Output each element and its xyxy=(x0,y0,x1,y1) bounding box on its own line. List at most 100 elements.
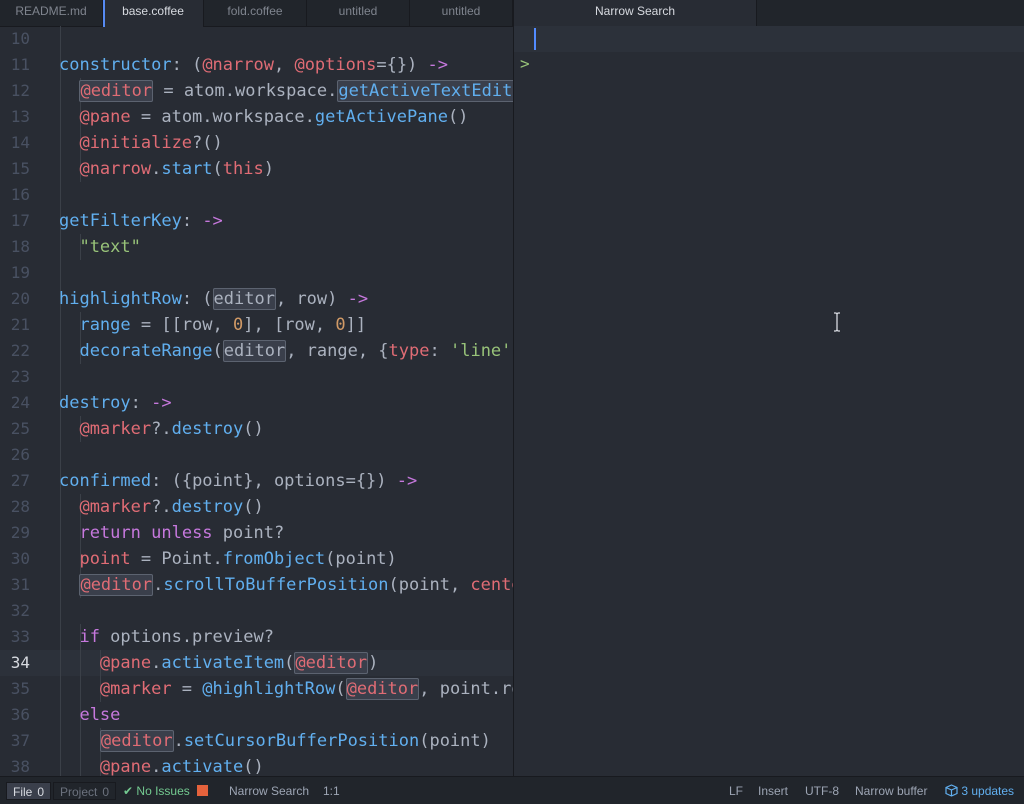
line-number[interactable]: 30 xyxy=(0,546,30,572)
code-line[interactable]: 12 @editor = atom.workspace.getActiveText… xyxy=(0,78,513,104)
tab-untitled-2[interactable]: untitled xyxy=(410,0,513,26)
code-line[interactable]: 29 return unless point? xyxy=(0,520,513,546)
code-token: getActiveTextEditor xyxy=(337,80,513,102)
code-line[interactable]: 10 xyxy=(0,26,513,52)
code-line[interactable]: 16 xyxy=(0,182,513,208)
code-token: @editor xyxy=(79,80,154,102)
line-number[interactable]: 37 xyxy=(0,728,30,754)
line-number[interactable]: 12 xyxy=(0,78,30,104)
indent-guide xyxy=(60,494,61,520)
line-number[interactable]: 24 xyxy=(0,390,30,416)
code-line[interactable]: 38 @pane.activate() xyxy=(0,754,513,776)
code-line[interactable]: 37 @editor.setCursorBufferPosition(point) xyxy=(0,728,513,754)
line-number[interactable]: 22 xyxy=(0,338,30,364)
line-number[interactable]: 11 xyxy=(0,52,30,78)
line-number[interactable]: 13 xyxy=(0,104,30,130)
code-line[interactable]: 14 @initialize?() xyxy=(0,130,513,156)
linter-indicator-icon[interactable] xyxy=(197,785,208,796)
code-token: . xyxy=(153,575,164,595)
code-line[interactable]: 33 if options.preview? xyxy=(0,624,513,650)
code-line[interactable]: 32 xyxy=(0,598,513,624)
code-token: () xyxy=(243,757,264,776)
line-number[interactable]: 38 xyxy=(0,754,30,776)
code-line[interactable]: 24 destroy: -> xyxy=(0,390,513,416)
file-issues-toggle[interactable]: File 0 xyxy=(6,782,52,800)
code-line[interactable]: 35 @marker = @highlightRow(@editor, point… xyxy=(0,676,513,702)
line-number[interactable]: 16 xyxy=(0,182,30,208)
line-number[interactable]: 15 xyxy=(0,156,30,182)
line-number[interactable]: 25 xyxy=(0,416,30,442)
project-issues-toggle[interactable]: Project 0 xyxy=(53,782,117,800)
package-updates[interactable]: 3 updates xyxy=(945,777,1014,804)
line-number[interactable]: 32 xyxy=(0,598,30,624)
line-number[interactable]: 26 xyxy=(0,442,30,468)
code-editor[interactable]: 10 11 constructor: (@narrow, @options={}) … xyxy=(0,26,513,776)
tab-untitled-1[interactable]: untitled xyxy=(307,0,410,26)
line-number[interactable]: 21 xyxy=(0,312,30,338)
line-number[interactable]: 18 xyxy=(0,234,30,260)
code-text: @narrow.start(this) xyxy=(79,156,274,182)
indent-guide xyxy=(60,312,61,338)
code-line[interactable]: 20 highlightRow: (editor, row) -> xyxy=(0,286,513,312)
code-line[interactable]: 22 decorateRange(editor, range, {type: 'l… xyxy=(0,338,513,364)
tab-narrow-search[interactable]: Narrow Search xyxy=(514,0,757,26)
code-token: return xyxy=(79,523,141,543)
code-token: -> xyxy=(151,393,172,413)
code-token: : ( xyxy=(171,55,203,75)
code-line[interactable]: 15 @narrow.start(this) xyxy=(0,156,513,182)
code-line[interactable]: 25 @marker?.destroy() xyxy=(0,416,513,442)
code-line[interactable]: 28 @marker?.destroy() xyxy=(0,494,513,520)
line-number[interactable]: 27 xyxy=(0,468,30,494)
line-number[interactable]: 17 xyxy=(0,208,30,234)
code-line[interactable]: 23 xyxy=(0,364,513,390)
indent-guide xyxy=(60,572,61,598)
code-line[interactable]: 34 @pane.activateItem(@editor) xyxy=(0,650,513,676)
line-number[interactable]: 28 xyxy=(0,494,30,520)
line-number[interactable]: 31 xyxy=(0,572,30,598)
code-token: (point) xyxy=(325,549,397,569)
code-line[interactable]: 27 confirmed: ({point}, options={}) -> xyxy=(0,468,513,494)
code-token: if xyxy=(79,627,100,647)
encoding-selector[interactable]: UTF-8 xyxy=(805,777,839,804)
code-line[interactable]: 26 xyxy=(0,442,513,468)
code-token: editor xyxy=(212,288,276,310)
code-token: highlightRow xyxy=(59,289,182,309)
line-number[interactable]: 33 xyxy=(0,624,30,650)
narrow-search-input[interactable] xyxy=(514,26,1024,52)
indent-guide xyxy=(60,676,61,702)
line-number[interactable]: 23 xyxy=(0,364,30,390)
code-text: destroy: -> xyxy=(59,390,172,416)
code-line[interactable]: 36 else xyxy=(0,702,513,728)
code-line[interactable]: 13 @pane = atom.workspace.getActivePane() xyxy=(0,104,513,130)
line-number[interactable]: 34 xyxy=(0,650,30,676)
grammar-selector[interactable]: Narrow buffer xyxy=(855,777,927,804)
code-line[interactable]: 11 constructor: (@narrow, @options={}) -> xyxy=(0,52,513,78)
grammar-mode-label: Narrow Search xyxy=(229,784,310,798)
line-number[interactable]: 10 xyxy=(0,26,30,52)
tab-fold-coffee[interactable]: fold.coffee xyxy=(204,0,307,26)
code-token: ]] xyxy=(345,315,367,335)
indent-guide xyxy=(60,130,61,156)
code-line[interactable]: 21 range = [[row, 0], [row, 0]] xyxy=(0,312,513,338)
tab-readme[interactable]: README.md xyxy=(0,0,103,26)
code-line[interactable]: 30 point = Point.fromObject(point) xyxy=(0,546,513,572)
line-ending-selector[interactable]: LF xyxy=(729,777,743,804)
line-number[interactable]: 20 xyxy=(0,286,30,312)
project-label: Project xyxy=(60,785,98,799)
line-number[interactable]: 35 xyxy=(0,676,30,702)
cursor-position[interactable]: 1:1 xyxy=(323,777,340,804)
linter-status[interactable]: ✔ No Issues xyxy=(123,777,190,804)
tab-base-coffee[interactable]: base.coffee xyxy=(103,0,204,27)
line-number[interactable]: 36 xyxy=(0,702,30,728)
code-line[interactable]: 19 xyxy=(0,260,513,286)
code-line[interactable]: 31 @editor.scrollToBufferPosition(point, … xyxy=(0,572,513,598)
code-line[interactable]: 18 "text" xyxy=(0,234,513,260)
code-line[interactable]: 17 getFilterKey: -> xyxy=(0,208,513,234)
code-token: @editor xyxy=(345,678,420,700)
code-token: , range, { xyxy=(286,341,389,361)
indent-guide xyxy=(60,234,61,260)
line-number[interactable]: 14 xyxy=(0,130,30,156)
code-token: . xyxy=(151,159,162,179)
line-number[interactable]: 29 xyxy=(0,520,30,546)
line-number[interactable]: 19 xyxy=(0,260,30,286)
